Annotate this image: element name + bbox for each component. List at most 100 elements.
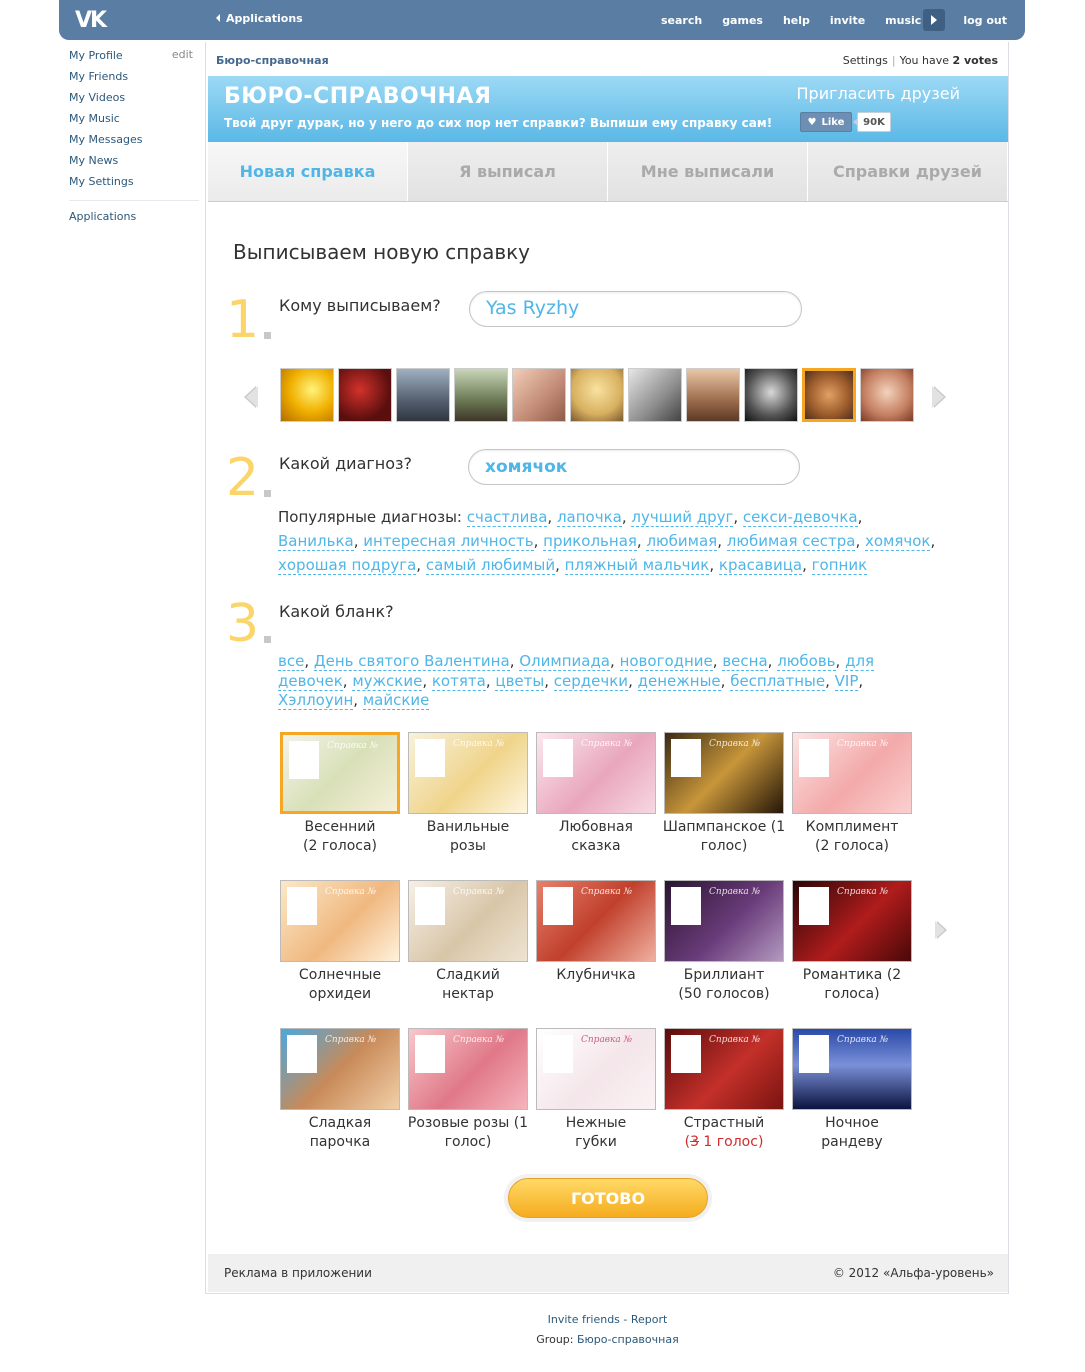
category-link[interactable]: VIP	[834, 671, 859, 691]
blank-card[interactable]: Справка № Розовые розы (1 голос)	[408, 1028, 528, 1152]
diagnosis-link[interactable]: самый любимый	[425, 556, 556, 575]
invite-friends-link[interactable]: Пригласить друзей	[797, 84, 961, 103]
blank-card[interactable]: Справка № Солнечные орхидеи	[280, 880, 400, 1004]
blank-card[interactable]: Справка № Страстный (3 1 голос)	[664, 1028, 784, 1152]
tab-issued-to-me[interactable]: Мне выписали	[608, 142, 808, 201]
category-link[interactable]: денежные	[637, 671, 721, 691]
avatars-next-arrow[interactable]	[930, 382, 950, 412]
menu-my-news[interactable]: My News	[69, 153, 199, 174]
blank-card[interactable]: Справка № Клубничка	[536, 880, 656, 985]
recipient-input[interactable]: Yas Ryzhy	[469, 291, 802, 327]
diagnosis-link[interactable]: лапочка	[556, 508, 622, 527]
friend-avatar[interactable]	[280, 368, 334, 422]
category-link[interactable]: все	[278, 652, 305, 671]
avatars-prev-arrow[interactable]	[240, 382, 260, 412]
tab-friends-certificates[interactable]: Справки друзей	[808, 142, 1008, 201]
blank-card[interactable]: Справка № Весенний (2 голоса)	[280, 732, 400, 856]
diagnosis-link[interactable]: счастлива	[466, 508, 548, 527]
menu-my-music[interactable]: My Music	[69, 111, 199, 132]
blank-thumbnail-selected[interactable]: Справка №	[280, 732, 400, 814]
blank-thumbnail[interactable]: Справка №	[792, 1028, 912, 1110]
diagnosis-link[interactable]: любимая	[646, 532, 718, 551]
category-link[interactable]: День святого Валентина	[313, 652, 510, 671]
blank-card[interactable]: Справка № Шапмпанское (1 голос)	[663, 732, 785, 856]
report-link[interactable]: Report	[631, 1313, 667, 1326]
app-name[interactable]: Бюро-справочная	[216, 54, 329, 67]
blank-thumbnail[interactable]: Справка №	[536, 880, 656, 962]
nav-logout[interactable]: log out	[963, 14, 1007, 27]
category-link[interactable]: новогодние	[619, 652, 713, 671]
diagnosis-link[interactable]: Ванилька	[278, 532, 354, 551]
blank-card[interactable]: Справка № Нежные губки	[536, 1028, 656, 1152]
blank-card[interactable]: Справка № Любовная сказка	[536, 732, 656, 856]
ads-in-app-link[interactable]: Реклама в приложении	[224, 1266, 372, 1280]
diagnosis-link[interactable]: интересная личность	[363, 532, 534, 551]
diagnosis-link[interactable]: хорошая подруга	[278, 556, 417, 575]
menu-my-messages[interactable]: My Messages	[69, 132, 199, 153]
nav-games[interactable]: games	[722, 14, 763, 27]
diagnosis-input[interactable]: хомячок	[468, 449, 800, 485]
diagnosis-link[interactable]: лучший друг	[631, 508, 734, 527]
blank-card[interactable]: Справка № Романтика (2 голоса)	[792, 880, 912, 1004]
menu-my-videos[interactable]: My Videos	[69, 90, 199, 111]
blank-card[interactable]: Справка № Ванильные розы	[408, 732, 528, 856]
category-link[interactable]: сердечки	[553, 671, 629, 691]
category-link[interactable]: бесплатные	[730, 671, 826, 691]
friend-avatar[interactable]	[454, 368, 508, 422]
blank-thumbnail[interactable]: Справка №	[792, 880, 912, 962]
friend-avatar[interactable]	[570, 368, 624, 422]
friend-avatar[interactable]	[860, 368, 914, 422]
friend-avatar[interactable]	[338, 368, 392, 422]
music-play-button[interactable]	[923, 9, 946, 31]
blank-thumbnail[interactable]: Справка №	[408, 732, 528, 814]
diagnosis-link[interactable]: пляжный мальчик	[564, 556, 710, 575]
vk-logo[interactable]: VK	[75, 8, 109, 33]
applications-link[interactable]: Applications	[216, 12, 303, 25]
tab-new-certificate[interactable]: Новая справка	[208, 142, 408, 201]
blank-card[interactable]: Справка № Комплимент (2 голоса)	[792, 732, 912, 856]
friend-avatar[interactable]	[396, 368, 450, 422]
diagnosis-link[interactable]: любимая сестра	[726, 532, 856, 551]
menu-my-friends[interactable]: My Friends	[69, 69, 199, 90]
blank-card[interactable]: Справка № Сладкий нектар	[408, 880, 528, 1004]
friend-avatar[interactable]	[512, 368, 566, 422]
menu-my-settings[interactable]: My Settings	[69, 174, 199, 195]
diagnosis-link[interactable]: красавица	[718, 556, 803, 575]
blank-card[interactable]: Справка № Ночное рандеву	[792, 1028, 912, 1152]
friend-avatar[interactable]	[628, 368, 682, 422]
category-link[interactable]: весна	[722, 652, 768, 671]
menu-applications[interactable]: Applications	[69, 209, 199, 230]
group-link[interactable]: Бюро-справочная	[577, 1333, 679, 1346]
nav-invite[interactable]: invite	[830, 14, 865, 27]
invite-friends-bottom-link[interactable]: Invite friends	[548, 1313, 620, 1326]
blank-thumbnail[interactable]: Справка №	[664, 880, 784, 962]
nav-help[interactable]: help	[783, 14, 810, 27]
blank-thumbnail[interactable]: Справка №	[536, 732, 656, 814]
category-link[interactable]: Хэллоуин	[278, 691, 354, 710]
friend-avatar[interactable]	[686, 368, 740, 422]
category-link[interactable]: майские	[362, 691, 430, 710]
diagnosis-link[interactable]: секси-девочка	[742, 508, 858, 527]
blank-thumbnail[interactable]: Справка №	[536, 1028, 656, 1110]
blank-thumbnail[interactable]: Справка №	[664, 1028, 784, 1110]
app-settings-link[interactable]: Settings	[843, 54, 888, 67]
blank-thumbnail[interactable]: Справка №	[664, 732, 784, 814]
blanks-next-arrow[interactable]	[933, 915, 953, 945]
friend-avatar[interactable]	[744, 368, 798, 422]
blank-thumbnail[interactable]: Справка №	[280, 1028, 400, 1110]
category-link[interactable]: любовь	[777, 652, 836, 671]
category-link[interactable]: Олимпиада	[519, 652, 611, 671]
category-link[interactable]: цветы	[495, 671, 545, 691]
diagnosis-link[interactable]: прикольная	[543, 532, 637, 551]
diagnosis-link[interactable]: гопник	[811, 556, 868, 575]
friend-avatar-selected[interactable]	[802, 368, 856, 422]
nav-search[interactable]: search	[661, 14, 702, 27]
category-link[interactable]: мужские	[352, 671, 423, 691]
blank-card[interactable]: Справка № Бриллиант (50 голосов)	[664, 880, 784, 1004]
blank-thumbnail[interactable]: Справка №	[792, 732, 912, 814]
like-button[interactable]: ♥ Like	[800, 112, 852, 132]
nav-music[interactable]: music	[885, 14, 921, 27]
tab-i-issued[interactable]: Я выписал	[408, 142, 608, 201]
profile-edit-link[interactable]: edit	[172, 48, 193, 61]
blank-card[interactable]: Справка № Сладкая парочка	[280, 1028, 400, 1152]
